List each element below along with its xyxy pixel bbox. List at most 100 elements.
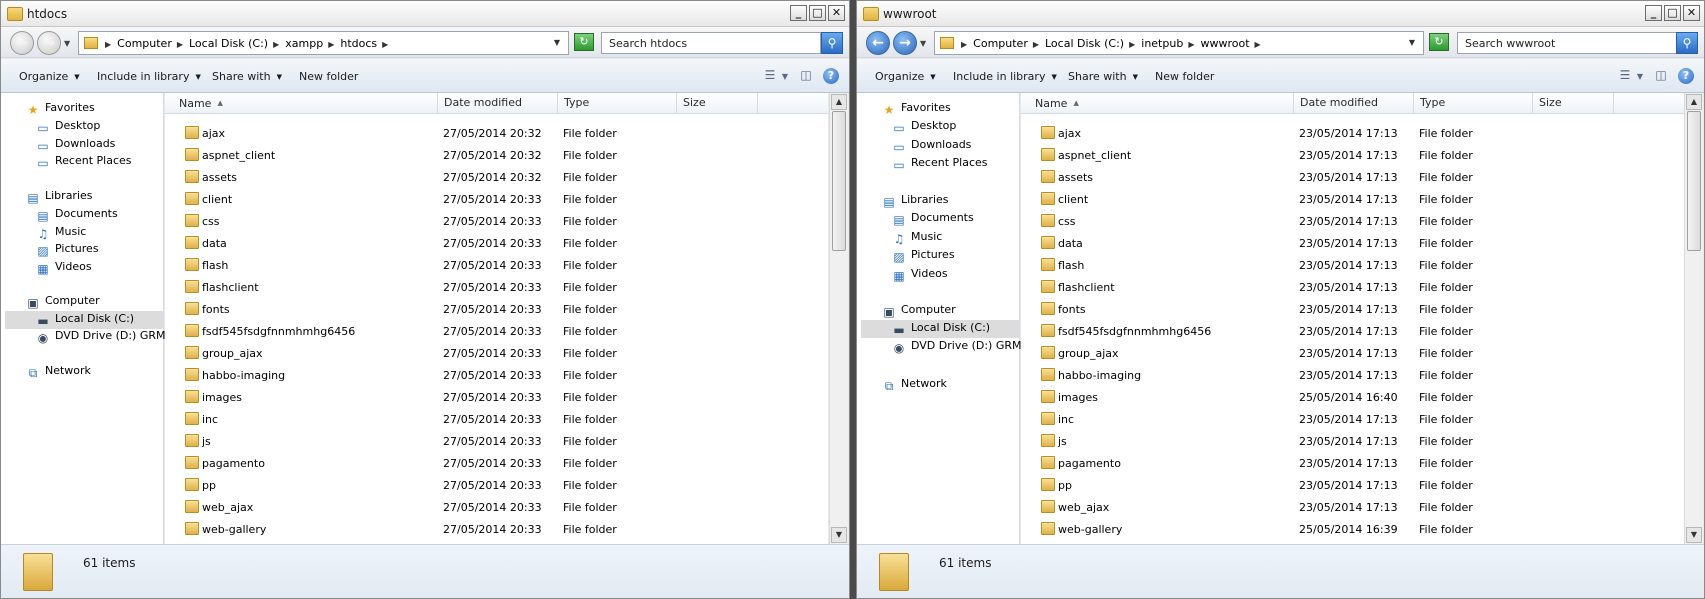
help-icon[interactable]: ? xyxy=(823,68,839,84)
breadcrumb-item[interactable]: htdocs xyxy=(340,37,377,50)
nav-favorites[interactable]: ★ Favorites xyxy=(881,101,951,119)
breadcrumb-item[interactable]: Computer xyxy=(973,37,1028,50)
organize-button[interactable]: Organize ▼ xyxy=(875,70,936,83)
breadcrumb-separator-icon[interactable]: ▶ xyxy=(273,40,279,49)
file-row[interactable]: js 23/05/2014 17:13 File folder xyxy=(1021,430,1621,452)
file-row[interactable]: css 23/05/2014 17:13 File folder xyxy=(1021,210,1621,232)
nav-item[interactable]: ♫ Music xyxy=(891,230,943,248)
file-row[interactable]: web-gallery 25/05/2014 16:39 File folder xyxy=(1021,518,1621,540)
file-row[interactable]: flashclient 27/05/2014 20:33 File folder xyxy=(165,276,765,298)
address-dropdown[interactable]: ▼ xyxy=(554,38,560,47)
nav-item[interactable]: ▭ Recent Places xyxy=(891,156,987,174)
file-row[interactable]: web_ajax 27/05/2014 20:33 File folder xyxy=(165,496,765,518)
file-row[interactable]: css 27/05/2014 20:33 File folder xyxy=(165,210,765,232)
nav-network[interactable]: ⧉ Network xyxy=(881,377,947,395)
address-box[interactable]: ▶ Computer ▶ Local Disk (C:) ▶ inetpub ▶ wwwroo… xyxy=(934,31,1424,55)
file-row[interactable]: images 25/05/2014 16:40 File folder xyxy=(1021,386,1621,408)
maximize-button[interactable]: □ xyxy=(809,5,826,21)
view-dropdown-icon[interactable]: ▼ xyxy=(781,72,789,88)
nav-item[interactable]: ▭ Downloads xyxy=(35,137,115,155)
nav-favorites[interactable]: ★ Favorites xyxy=(25,101,95,119)
new-folder-button[interactable]: New folder xyxy=(1155,70,1214,83)
scrollbar-thumb[interactable] xyxy=(1687,111,1701,251)
nav-dvd-drive[interactable]: ◉ DVD Drive (D:) GRMSX xyxy=(891,339,1036,357)
nav-local-disk[interactable]: ▬ Local Disk (C:) xyxy=(861,320,1019,338)
scroll-down-icon[interactable]: ▼ xyxy=(831,527,847,543)
column-size[interactable]: Size xyxy=(1533,93,1614,114)
file-row[interactable]: client 23/05/2014 17:13 File folder xyxy=(1021,188,1621,210)
nav-item[interactable]: ▤ Documents xyxy=(891,211,973,229)
file-row[interactable]: group_ajax 23/05/2014 17:13 File folder xyxy=(1021,342,1621,364)
file-row[interactable]: web-gallery 27/05/2014 20:33 File folder xyxy=(165,518,765,540)
column-type[interactable]: Type xyxy=(558,93,677,114)
view-dropdown-icon[interactable]: ▼ xyxy=(1636,72,1644,88)
address-box[interactable]: ▶ Computer ▶ Local Disk (C:) ▶ xampp ▶ htdocs ▶ … xyxy=(78,31,569,55)
title-bar[interactable]: htdocs _ □ ✕ xyxy=(1,1,849,27)
search-icon[interactable]: ⚲ xyxy=(1676,32,1698,54)
file-row[interactable]: flash 27/05/2014 20:33 File folder xyxy=(165,254,765,276)
file-row[interactable]: aspnet_client 27/05/2014 20:32 File folder xyxy=(165,144,765,166)
include-in-library-button[interactable]: Include in library ▼ xyxy=(97,70,201,83)
nav-item[interactable]: ▤ Documents xyxy=(35,207,117,225)
nav-item[interactable]: ▭ Recent Places xyxy=(35,154,131,172)
history-dropdown[interactable]: ▼ xyxy=(64,39,70,48)
new-folder-button[interactable]: New folder xyxy=(299,70,358,83)
address-dropdown[interactable]: ▼ xyxy=(1409,38,1415,47)
search-input[interactable]: Search htdocs xyxy=(601,32,821,54)
file-row[interactable]: fonts 27/05/2014 20:33 File folder xyxy=(165,298,765,320)
file-row[interactable]: ajax 23/05/2014 17:13 File folder xyxy=(1021,122,1621,144)
breadcrumb-separator-icon[interactable]: ▶ xyxy=(328,40,334,49)
file-row[interactable]: pagamento 23/05/2014 17:13 File folder xyxy=(1021,452,1621,474)
help-icon[interactable]: ? xyxy=(1678,68,1694,84)
close-button[interactable]: ✕ xyxy=(1683,5,1700,21)
scroll-up-icon[interactable]: ▲ xyxy=(1686,94,1702,110)
nav-computer[interactable]: ▣ Computer xyxy=(25,294,99,312)
file-row[interactable]: flash 23/05/2014 17:13 File folder xyxy=(1021,254,1621,276)
nav-network[interactable]: ⧉ Network xyxy=(25,364,91,382)
breadcrumb-item[interactable]: inetpub xyxy=(1141,37,1183,50)
change-view-icon[interactable]: ☰ xyxy=(1616,68,1634,84)
nav-item[interactable]: ♫ Music xyxy=(35,225,87,243)
maximize-button[interactable]: □ xyxy=(1664,5,1681,21)
history-dropdown[interactable]: ▼ xyxy=(920,39,926,48)
breadcrumb-separator-icon[interactable]: ▶ xyxy=(382,40,388,49)
file-row[interactable]: pagamento 27/05/2014 20:33 File folder xyxy=(165,452,765,474)
file-row[interactable]: flashclient 23/05/2014 17:13 File folder xyxy=(1021,276,1621,298)
nav-item[interactable]: ▨ Pictures xyxy=(35,242,98,260)
file-row[interactable]: assets 23/05/2014 17:13 File folder xyxy=(1021,166,1621,188)
file-row[interactable]: images 27/05/2014 20:33 File folder xyxy=(165,386,765,408)
breadcrumb-separator-icon[interactable]: ▶ xyxy=(177,40,183,49)
back-button[interactable]: ← xyxy=(866,31,890,55)
file-row[interactable]: pp 27/05/2014 20:33 File folder xyxy=(165,474,765,496)
file-row[interactable]: inc 23/05/2014 17:13 File folder xyxy=(1021,408,1621,430)
minimize-button[interactable]: _ xyxy=(790,5,807,21)
file-row[interactable]: fsdf545fsdgfnnmhmhg6456 23/05/2014 17:13 F… xyxy=(1021,320,1621,342)
breadcrumb-item[interactable]: Local Disk (C:) xyxy=(1045,37,1124,50)
vertical-scrollbar[interactable]: ▲ ▼ xyxy=(1684,93,1703,544)
file-row[interactable]: habbo-imaging 27/05/2014 20:33 File folder xyxy=(165,364,765,386)
search-input[interactable]: Search wwwroot xyxy=(1457,32,1677,54)
nav-computer[interactable]: ▣ Computer xyxy=(881,303,955,321)
file-row[interactable]: aspnet_client 23/05/2014 17:13 File folder xyxy=(1021,144,1621,166)
scroll-up-icon[interactable]: ▲ xyxy=(831,94,847,110)
breadcrumb-separator-icon[interactable]: ▶ xyxy=(1255,40,1261,49)
file-row[interactable]: data 27/05/2014 20:33 File folder xyxy=(165,232,765,254)
minimize-button[interactable]: _ xyxy=(1645,5,1662,21)
breadcrumb-separator-icon[interactable]: ▶ xyxy=(1033,40,1039,49)
column-name[interactable]: Name ▲ xyxy=(1021,93,1294,114)
back-button[interactable]: ← xyxy=(10,31,34,55)
file-row[interactable]: inc 27/05/2014 20:33 File folder xyxy=(165,408,765,430)
nav-item[interactable]: ▭ Desktop xyxy=(35,119,100,137)
vertical-scrollbar[interactable]: ▲ ▼ xyxy=(829,93,848,544)
file-row[interactable]: habbo-imaging 23/05/2014 17:13 File folder xyxy=(1021,364,1621,386)
search-icon[interactable]: ⚲ xyxy=(821,32,843,54)
file-row[interactable]: assets 27/05/2014 20:32 File folder xyxy=(165,166,765,188)
nav-libraries[interactable]: ▤ Libraries xyxy=(25,189,92,207)
nav-item[interactable]: ▦ Videos xyxy=(891,267,947,285)
nav-local-disk[interactable]: ▬ Local Disk (C:) xyxy=(5,311,163,329)
breadcrumb-item[interactable]: wwwroot xyxy=(1200,37,1249,50)
share-with-button[interactable]: Share with ▼ xyxy=(1068,70,1138,83)
refresh-button[interactable]: ↻ xyxy=(574,33,594,51)
file-row[interactable]: data 23/05/2014 17:13 File folder xyxy=(1021,232,1621,254)
nav-libraries[interactable]: ▤ Libraries xyxy=(881,193,948,211)
